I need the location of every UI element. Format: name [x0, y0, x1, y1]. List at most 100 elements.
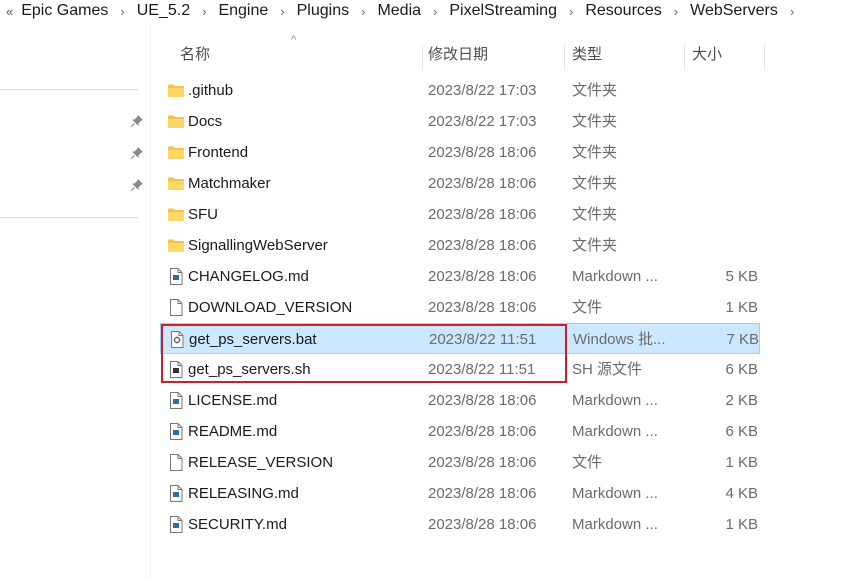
file-row[interactable]: SignallingWebServer 2023/8/28 18:06 文件夹 [160, 230, 760, 261]
file-row[interactable]: RELEASING.md 2023/8/28 18:06 Markdown ... 4… [160, 478, 760, 509]
nav-divider [0, 89, 138, 90]
sort-ascending-icon: ^ [291, 34, 297, 46]
file-name: RELEASE_VERSION [188, 454, 334, 471]
column-header-type[interactable]: 类型 [564, 40, 684, 70]
column-header-date[interactable]: 修改日期 [420, 40, 566, 70]
file-size: 6 KB [725, 423, 758, 440]
folder-icon [167, 206, 185, 223]
file-modified-date: 2023/8/22 17:03 [428, 82, 537, 99]
file-row[interactable]: README.md 2023/8/28 18:06 Markdown ... 6 KB [160, 416, 760, 447]
file-modified-date: 2023/8/28 18:06 [428, 485, 537, 502]
file-name: SignallingWebServer [188, 237, 328, 254]
file-type: 文件夹 [572, 237, 618, 254]
breadcrumb-item-plugins[interactable]: Plugins [295, 2, 351, 20]
file-icon [167, 454, 185, 471]
chevron-right-icon[interactable]: › [790, 4, 794, 19]
file-type: Markdown ... [572, 392, 658, 409]
file-name: Frontend [188, 144, 249, 161]
file-modified-date: 2023/8/28 18:06 [428, 206, 537, 223]
breadcrumb-item-webservers[interactable]: WebServers [688, 2, 780, 20]
file-name: DOWNLOAD_VERSION [188, 299, 353, 316]
file-modified-date: 2023/8/28 18:06 [428, 423, 537, 440]
pin-icon[interactable] [130, 146, 144, 160]
file-size [686, 106, 758, 137]
file-type: Markdown ... [572, 268, 658, 285]
file-row[interactable]: Frontend 2023/8/28 18:06 文件夹 [160, 137, 760, 168]
file-row[interactable]: Matchmaker 2023/8/28 18:06 文件夹 [160, 168, 760, 199]
file-size: 4 KB [725, 485, 758, 502]
chevron-right-icon[interactable]: › [280, 4, 284, 19]
folder-icon [167, 82, 185, 99]
file-size: 1 KB [725, 454, 758, 471]
file-size: 7 KB [726, 331, 759, 348]
breadcrumb-item-pixelstreaming[interactable]: PixelStreaming [447, 2, 559, 20]
file-type: 文件 [572, 454, 603, 471]
file-modified-date: 2023/8/28 18:06 [428, 516, 537, 533]
file-type: 文件 [572, 299, 603, 316]
file-modified-date: 2023/8/22 17:03 [428, 113, 537, 130]
file-type: 文件夹 [572, 113, 618, 130]
markdown-file-icon [167, 392, 185, 409]
column-header: 名称 修改日期 类型 大小 [150, 40, 770, 70]
file-modified-date: 2023/8/28 18:06 [428, 299, 537, 316]
breadcrumb-item-media[interactable]: Media [375, 2, 423, 20]
file-type: 文件夹 [572, 82, 618, 99]
file-row[interactable]: RELEASE_VERSION 2023/8/28 18:06 文件 1 KB [160, 447, 760, 478]
file-type: Windows 批... [573, 331, 666, 348]
file-row[interactable]: SECURITY.md 2023/8/28 18:06 Markdown ... 1 … [160, 509, 760, 540]
file-type: Markdown ... [572, 516, 658, 533]
chevron-right-icon[interactable]: › [120, 4, 124, 19]
file-row[interactable]: .github 2023/8/22 17:03 文件夹 [160, 75, 760, 106]
file-name: LICENSE.md [188, 392, 278, 409]
file-size [686, 199, 758, 230]
breadcrumb-item-epic-games[interactable]: Epic Games [19, 2, 110, 20]
breadcrumb-overflow-button[interactable]: « [6, 4, 13, 19]
file-row[interactable]: CHANGELOG.md 2023/8/28 18:06 Markdown ... 5… [160, 261, 760, 292]
file-modified-date: 2023/8/28 18:06 [428, 454, 537, 471]
breadcrumb-item-engine[interactable]: Engine [216, 2, 270, 20]
file-row[interactable]: Docs 2023/8/22 17:03 文件夹 [160, 106, 760, 137]
folder-icon [167, 144, 185, 161]
file-type: 文件夹 [572, 206, 618, 223]
chevron-right-icon[interactable]: › [569, 4, 573, 19]
chevron-right-icon[interactable]: › [361, 4, 365, 19]
file-row[interactable]: LICENSE.md 2023/8/28 18:06 Markdown ... 2 K… [160, 385, 760, 416]
chevron-right-icon[interactable]: › [433, 4, 437, 19]
file-row[interactable]: SFU 2023/8/28 18:06 文件夹 [160, 199, 760, 230]
file-type: 文件夹 [572, 144, 618, 161]
file-type: 文件夹 [572, 175, 618, 192]
file-modified-date: 2023/8/28 18:06 [428, 392, 537, 409]
file-row[interactable]: DOWNLOAD_VERSION 2023/8/28 18:06 文件 1 KB [160, 292, 760, 323]
chevron-right-icon[interactable]: › [202, 4, 206, 19]
column-header-name[interactable]: 名称 [172, 40, 422, 70]
chevron-right-icon[interactable]: › [674, 4, 678, 19]
pin-icon[interactable] [130, 178, 144, 192]
pin-icon[interactable] [130, 114, 144, 128]
file-size [686, 137, 758, 168]
file-name: Docs [188, 113, 223, 130]
folder-icon [167, 237, 185, 254]
file-size: 1 KB [725, 299, 758, 316]
file-modified-date: 2023/8/28 18:06 [428, 144, 537, 161]
file-name: SECURITY.md [188, 516, 287, 533]
breadcrumb-item-ue52[interactable]: UE_5.2 [135, 2, 192, 20]
highlight-box [161, 324, 567, 383]
markdown-file-icon [167, 485, 185, 502]
file-name: CHANGELOG.md [188, 268, 309, 285]
file-size: 6 KB [725, 361, 758, 378]
file-modified-date: 2023/8/28 18:06 [428, 175, 537, 192]
column-header-size[interactable]: 大小 [684, 40, 764, 70]
markdown-file-icon [167, 423, 185, 440]
breadcrumb-item-resources[interactable]: Resources [583, 2, 663, 20]
navigation-pane[interactable] [0, 22, 151, 580]
file-modified-date: 2023/8/28 18:06 [428, 268, 537, 285]
file-size: 5 KB [725, 268, 758, 285]
file-size: 1 KB [725, 516, 758, 533]
file-name: SFU [188, 206, 218, 223]
file-size [686, 230, 758, 261]
file-name: .github [188, 82, 234, 99]
column-divider[interactable] [764, 44, 765, 70]
breadcrumb: « Epic Games › UE_5.2 › Engine › Plugins… [0, 0, 849, 22]
file-modified-date: 2023/8/28 18:06 [428, 237, 537, 254]
file-type: SH 源文件 [572, 361, 643, 378]
